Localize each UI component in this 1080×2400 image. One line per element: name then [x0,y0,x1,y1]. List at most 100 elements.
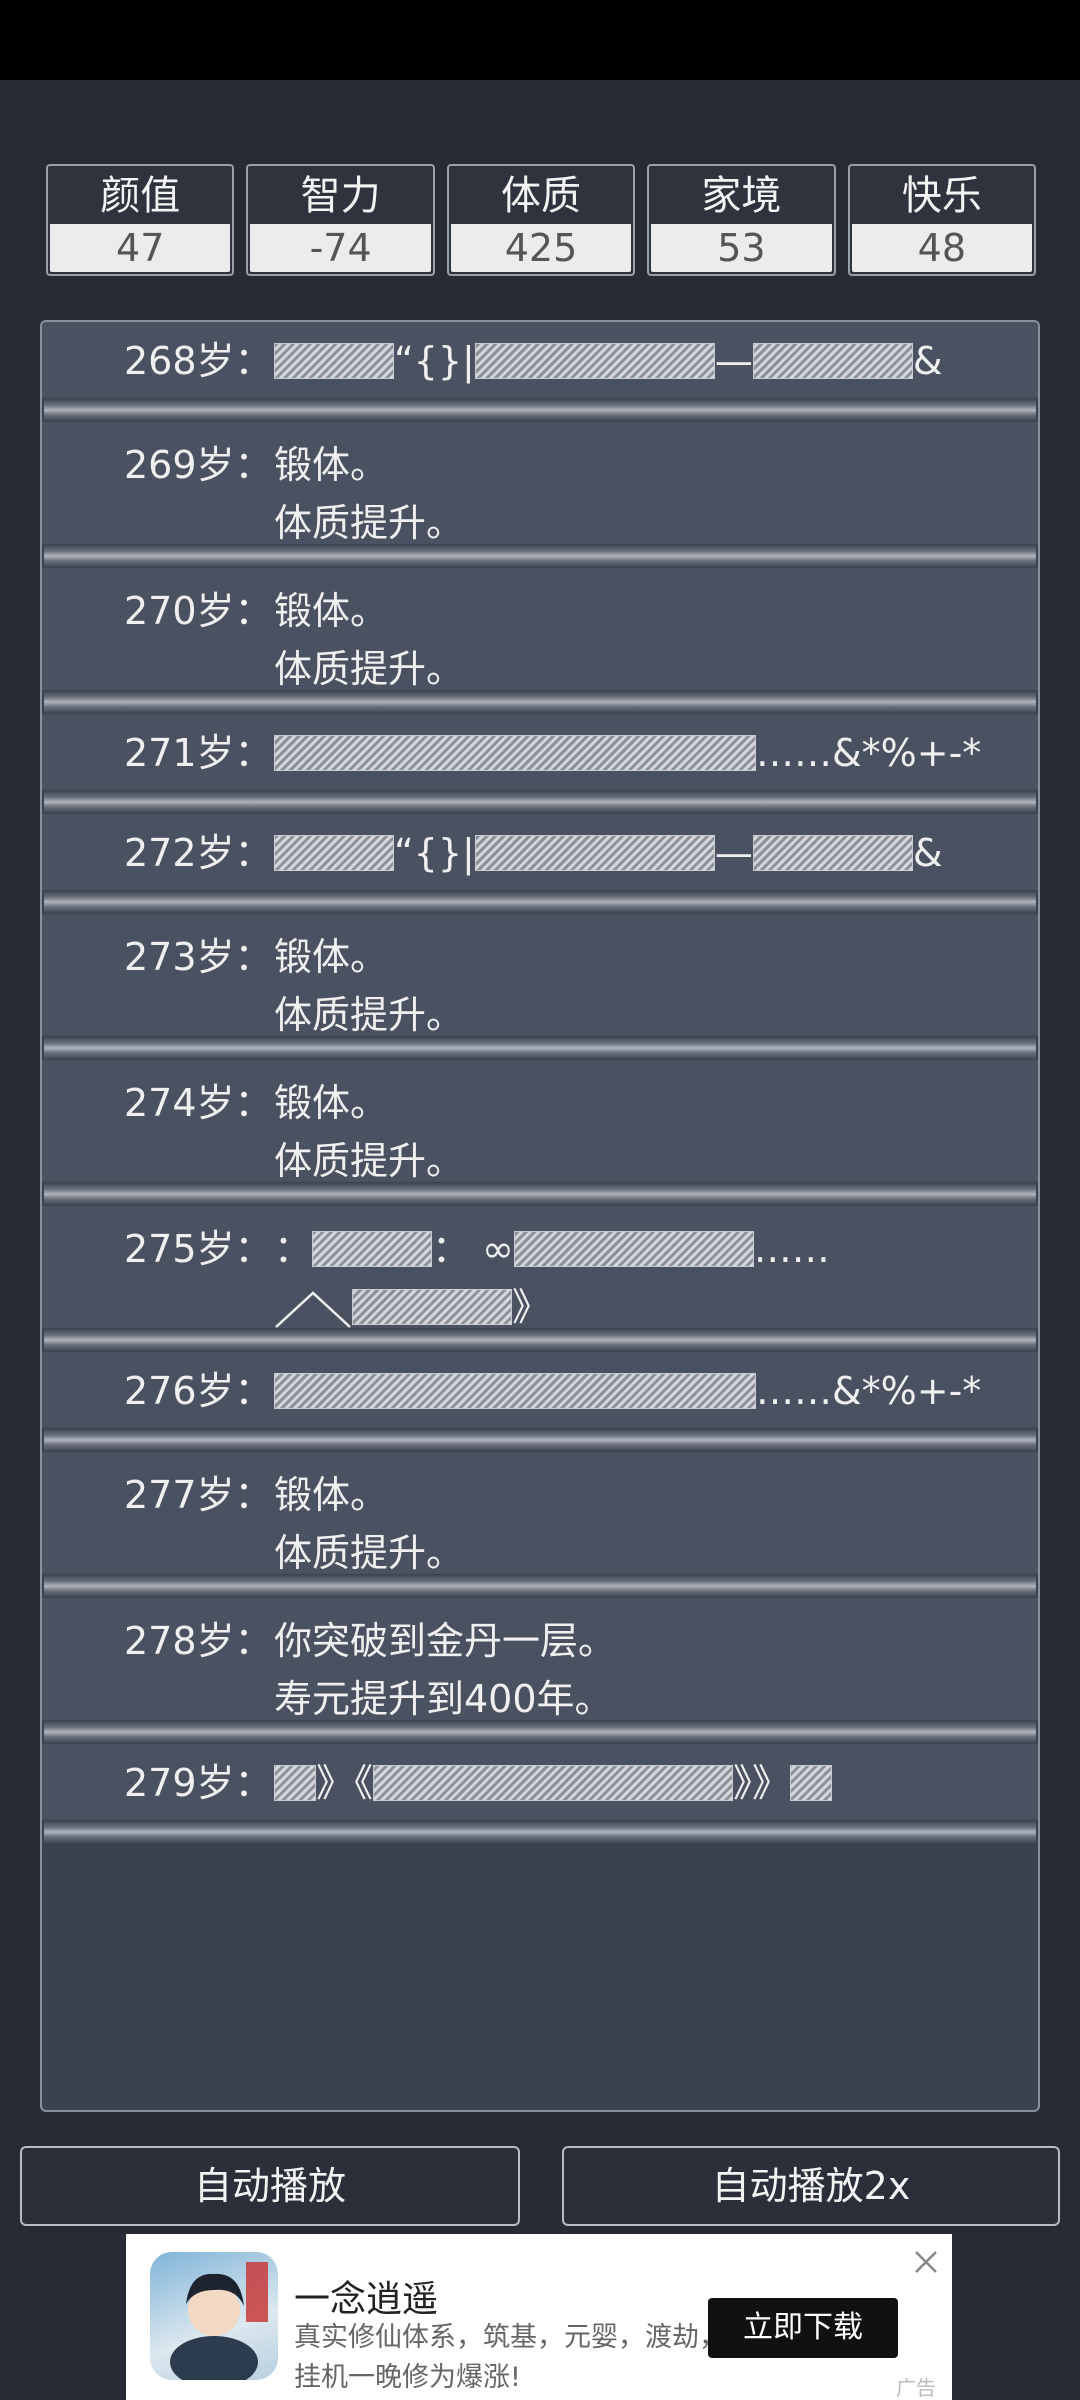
log-text: — [714,339,753,383]
log-text: & [912,831,943,875]
log-text: ……&*%+-* [756,1369,982,1413]
log-line: 锻体。 [274,436,1038,494]
stat-box: 家境 53 [647,164,836,276]
log-age: 279岁： [124,1761,273,1805]
log-line: 寿元提升到400年。 [274,1670,1038,1728]
log-age: 278岁： [124,1619,273,1663]
log-line: 锻体。 [274,1466,1038,1524]
garbled-text-block [790,1765,833,1801]
log-line: 你突破到金丹一层。 [274,1612,1038,1670]
log-text: …… [753,1227,830,1271]
garbled-text-block [274,1373,756,1409]
garbled-text-block [513,1231,754,1267]
ad-banner[interactable]: 一念逍遥 真实修仙体系，筑基，元婴，渡劫，飞升，挂机一晚修为爆涨! 立即下载 广… [126,2234,952,2400]
stat-box: 颜值 47 [46,164,235,276]
log-text: 体质提升。 [274,1139,465,1183]
log-line: “{}| — & [274,824,1038,882]
log-line: 锻体。 [274,582,1038,640]
close-icon[interactable] [912,2248,940,2276]
log-text: 锻体。 [274,935,389,979]
log-text: 你突破到金丹一层。 [274,1619,617,1663]
garbled-text-block [752,835,913,871]
ad-title: 一念逍遥 [294,2279,439,2320]
auto-play-2x-button[interactable]: 自动播放2x [562,2146,1060,2226]
log-text: “{}| [394,831,475,875]
log-text: & [912,339,943,383]
log-age: 270岁： [124,589,273,633]
row-divider [44,790,1036,814]
stat-box: 体质 425 [446,164,636,276]
log-entry: 271岁： ……&*%+-* [42,714,1038,790]
log-text: 体质提升。 [274,993,465,1037]
log-line: 锻体。 [274,928,1038,986]
log-entry: 277岁： 锻体。体质提升。 [42,1452,1038,1575]
log-text: — [714,831,753,875]
row-divider [44,890,1036,914]
log-entry: 269岁： 锻体。体质提升。 [42,422,1038,545]
log-line: 》 [274,1278,1038,1336]
log-age: 277岁： [124,1473,273,1517]
log-age: 275岁： [124,1227,273,1271]
log-line: ……&*%+-* [274,724,1038,782]
log-entry: 274岁： 锻体。 体质提升。 [42,1060,1038,1183]
life-log-panel[interactable]: 268岁： “{}| — & 269岁： 锻体。 体质提升。 270岁： 锻体。 体质提升。 271… [40,320,1040,2112]
stat-box: 快乐 48 [847,164,1037,276]
log-text: 》《 [316,1761,374,1805]
caret-glyph [274,1287,352,1328]
log-entry: 275岁：： ： ∞ …… 》 [42,1206,1038,1329]
log-text: 锻体。 [274,1473,389,1517]
log-text: 》》 [733,1761,791,1805]
row-divider [44,1820,1036,1844]
download-button[interactable]: 立即下载 [708,2298,898,2358]
garbled-text-block [274,343,394,379]
log-text: 寿元提升到400年。 [274,1677,613,1721]
stat-box: 智力 -74 [246,164,435,276]
log-text: 体质提升。 [274,647,465,691]
garbled-text-block [274,1765,316,1801]
log-line: “{}| — & [274,332,1038,390]
garbled-text-block [474,835,715,871]
log-line: 体质提升。 [274,494,1038,552]
stat-value: -74 [250,224,431,272]
stat-label: 智力 [300,173,381,219]
log-line: ……&*%+-* [274,1362,1038,1420]
log-age: 274岁： [124,1081,273,1125]
stat-label: 家境 [701,173,782,219]
log-age: 268岁： [124,339,273,383]
stat-value: 425 [450,224,632,272]
stats-bar: 颜值 47 智力 -74 体质 425 家境 53 快乐 48 [46,164,1037,276]
log-line: 体质提升。 [274,640,1038,698]
log-line: ： ： ∞ …… [274,1220,1038,1278]
game-app-icon [150,2252,278,2380]
log-text: 》 [512,1285,551,1329]
stat-label: 快乐 [901,173,982,219]
garbled-text-block [312,1231,433,1267]
stat-label: 颜值 [100,173,181,219]
row-divider [44,398,1036,422]
log-text: ： [274,1227,313,1271]
log-age: 276岁： [124,1369,273,1413]
log-age: 272岁： [124,831,273,875]
garbled-text-block [352,1289,512,1325]
log-entry: 278岁： 你突破到金丹一层。 寿元提升到400年。 [42,1598,1038,1721]
log-text: 体质提升。 [274,1531,465,1575]
log-text: 体质提升。 [274,501,465,545]
log-age: 269岁： [124,443,273,487]
garbled-text-block [752,343,913,379]
auto-play-button[interactable]: 自动播放 [20,2146,520,2226]
garbled-text-block [373,1765,734,1801]
log-line: 体质提升。 [274,1132,1038,1190]
log-age: 271岁： [124,731,273,775]
status-bar [0,0,1080,80]
log-text: 锻体。 [274,589,389,633]
log-line: 体质提升。 [274,1524,1038,1582]
log-entry: 272岁： “{}| — & [42,814,1038,890]
log-entry: 276岁： ……&*%+-* [42,1352,1038,1428]
log-text: 锻体。 [274,443,389,487]
log-line: 体质提升。 [274,986,1038,1044]
log-text: ……&*%+-* [756,731,982,775]
row-divider [44,1428,1036,1452]
stat-label: 体质 [501,173,582,219]
log-entry: 268岁： “{}| — & [42,322,1038,398]
log-entry: 270岁： 锻体。体质提升。 [42,568,1038,691]
